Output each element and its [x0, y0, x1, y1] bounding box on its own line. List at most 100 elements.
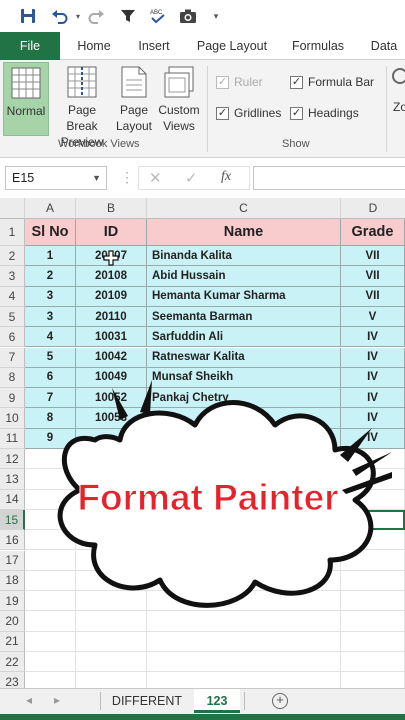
table-cell[interactable]: IV	[341, 367, 405, 389]
table-cell[interactable]: VII	[341, 266, 405, 287]
row-header[interactable]: 9	[0, 388, 25, 409]
tab-file[interactable]: File	[0, 32, 60, 60]
empty-cell[interactable]	[341, 631, 405, 652]
table-cell[interactable]: IV	[341, 428, 405, 449]
insert-function-icon[interactable]: fx	[221, 169, 231, 185]
empty-cell[interactable]	[76, 631, 147, 652]
table-cell[interactable]: 6	[25, 367, 76, 389]
empty-cell[interactable]	[147, 489, 341, 510]
empty-cell[interactable]	[147, 469, 341, 490]
column-header-b[interactable]: B	[76, 198, 147, 219]
empty-cell[interactable]	[341, 570, 405, 592]
empty-cell[interactable]	[147, 530, 341, 551]
row-header[interactable]: 19	[0, 591, 25, 612]
row-header[interactable]: 5	[0, 306, 25, 328]
customize-qat-icon[interactable]: ▾	[206, 6, 226, 26]
row-header[interactable]: 21	[0, 631, 25, 652]
empty-cell[interactable]	[76, 469, 147, 490]
empty-cell[interactable]	[25, 489, 76, 510]
table-header-cell[interactable]: ID	[76, 219, 147, 246]
table-cell[interactable]: Pankaj Chetry	[147, 388, 341, 409]
redo-icon[interactable]	[86, 6, 106, 26]
empty-cell[interactable]	[25, 530, 76, 551]
table-cell[interactable]: IV	[341, 347, 405, 368]
cancel-icon[interactable]: ✕	[149, 169, 162, 187]
column-header-a[interactable]: A	[25, 198, 76, 219]
table-cell[interactable]: Sarfuddin Ali	[147, 327, 341, 348]
table-header-cell[interactable]: Grade	[341, 219, 405, 246]
empty-cell[interactable]	[25, 449, 76, 470]
filter-icon[interactable]	[118, 6, 138, 26]
table-cell[interactable]: 10052	[76, 388, 147, 409]
empty-cell[interactable]	[147, 591, 341, 612]
zoom-icon[interactable]	[392, 68, 405, 84]
empty-cell[interactable]	[341, 591, 405, 612]
row-header[interactable]: 11	[0, 428, 25, 449]
table-cell[interactable]: Seemanta Barman	[147, 306, 341, 328]
table-cell[interactable]: Hemanta Kumar Sharma	[147, 286, 341, 307]
scroll-right-icon[interactable]: ▸	[54, 693, 60, 707]
table-cell[interactable]: VII	[341, 286, 405, 307]
table-cell[interactable]: 7	[25, 388, 76, 409]
empty-cell[interactable]	[76, 652, 147, 673]
table-cell[interactable]: IV	[341, 388, 405, 409]
save-icon[interactable]	[18, 6, 38, 26]
undo-icon[interactable]	[50, 6, 70, 26]
empty-cell[interactable]	[147, 631, 341, 652]
table-cell[interactable]: V	[341, 306, 405, 328]
empty-cell[interactable]	[25, 591, 76, 612]
empty-cell[interactable]	[76, 570, 147, 592]
row-header[interactable]: 1	[0, 219, 25, 246]
row-header[interactable]: 6	[0, 327, 25, 348]
row-header[interactable]: 7	[0, 347, 25, 368]
empty-cell[interactable]	[147, 550, 341, 571]
table-cell[interactable]: 8	[25, 408, 76, 429]
empty-cell[interactable]	[25, 631, 76, 652]
empty-cell[interactable]	[25, 509, 76, 531]
row-header[interactable]: 20	[0, 611, 25, 632]
table-cell[interactable]: 10031	[76, 327, 147, 348]
table-cell[interactable]: IV	[341, 327, 405, 348]
scroll-left-icon[interactable]: ◂	[26, 693, 32, 707]
empty-cell[interactable]	[341, 469, 405, 490]
new-sheet-icon[interactable]: +	[272, 693, 288, 709]
sheet-tab-123[interactable]: 123	[194, 689, 240, 713]
row-header[interactable]: 13	[0, 469, 25, 490]
row-header[interactable]: 3	[0, 266, 25, 287]
table-header-cell[interactable]: Sl No	[25, 219, 76, 246]
page-layout-view-button[interactable]: Page Layout	[114, 62, 154, 136]
camera-icon[interactable]	[178, 6, 198, 26]
sheet-tab-different[interactable]: DIFFERENT	[104, 689, 190, 713]
table-cell[interactable]: 5	[25, 347, 76, 368]
ruler-checkbox[interactable]: ✓ Ruler	[216, 72, 263, 92]
table-cell[interactable]: Binanda Kalita	[147, 246, 341, 267]
empty-cell[interactable]	[147, 509, 341, 531]
page-break-preview-button[interactable]: Page Break Preview	[51, 62, 113, 149]
tab-page-layout[interactable]: Page Layout	[188, 32, 276, 60]
table-cell[interactable]: 20108	[76, 266, 147, 287]
empty-cell[interactable]	[147, 570, 341, 592]
table-cell[interactable]: Ratneswar Kalita	[147, 347, 341, 368]
column-header-c[interactable]: C	[147, 198, 341, 219]
table-cell[interactable]	[76, 428, 147, 449]
empty-cell[interactable]	[341, 611, 405, 632]
undo-dropdown-icon[interactable]: ▾	[68, 6, 88, 26]
select-all-corner[interactable]	[0, 198, 25, 219]
empty-cell[interactable]	[25, 570, 76, 592]
table-cell[interactable]: 20109	[76, 286, 147, 307]
empty-cell[interactable]	[147, 611, 341, 632]
empty-cell[interactable]	[25, 469, 76, 490]
table-cell[interactable]: 3	[25, 306, 76, 328]
table-cell[interactable]: Abid Hussain	[147, 266, 341, 287]
empty-cell[interactable]	[25, 611, 76, 632]
table-cell[interactable]: 2	[25, 266, 76, 287]
row-header[interactable]: 2	[0, 246, 25, 267]
spelling-icon[interactable]: ABC	[148, 6, 168, 26]
row-header[interactable]: 18	[0, 570, 25, 592]
tab-data[interactable]: Data	[360, 32, 405, 60]
gridlines-checkbox[interactable]: ✓ Gridlines	[216, 103, 281, 123]
table-cell[interactable]: 9	[25, 428, 76, 449]
table-cell[interactable]: 1	[25, 246, 76, 267]
empty-cell[interactable]	[76, 449, 147, 470]
table-cell[interactable]: 10053	[76, 408, 147, 429]
